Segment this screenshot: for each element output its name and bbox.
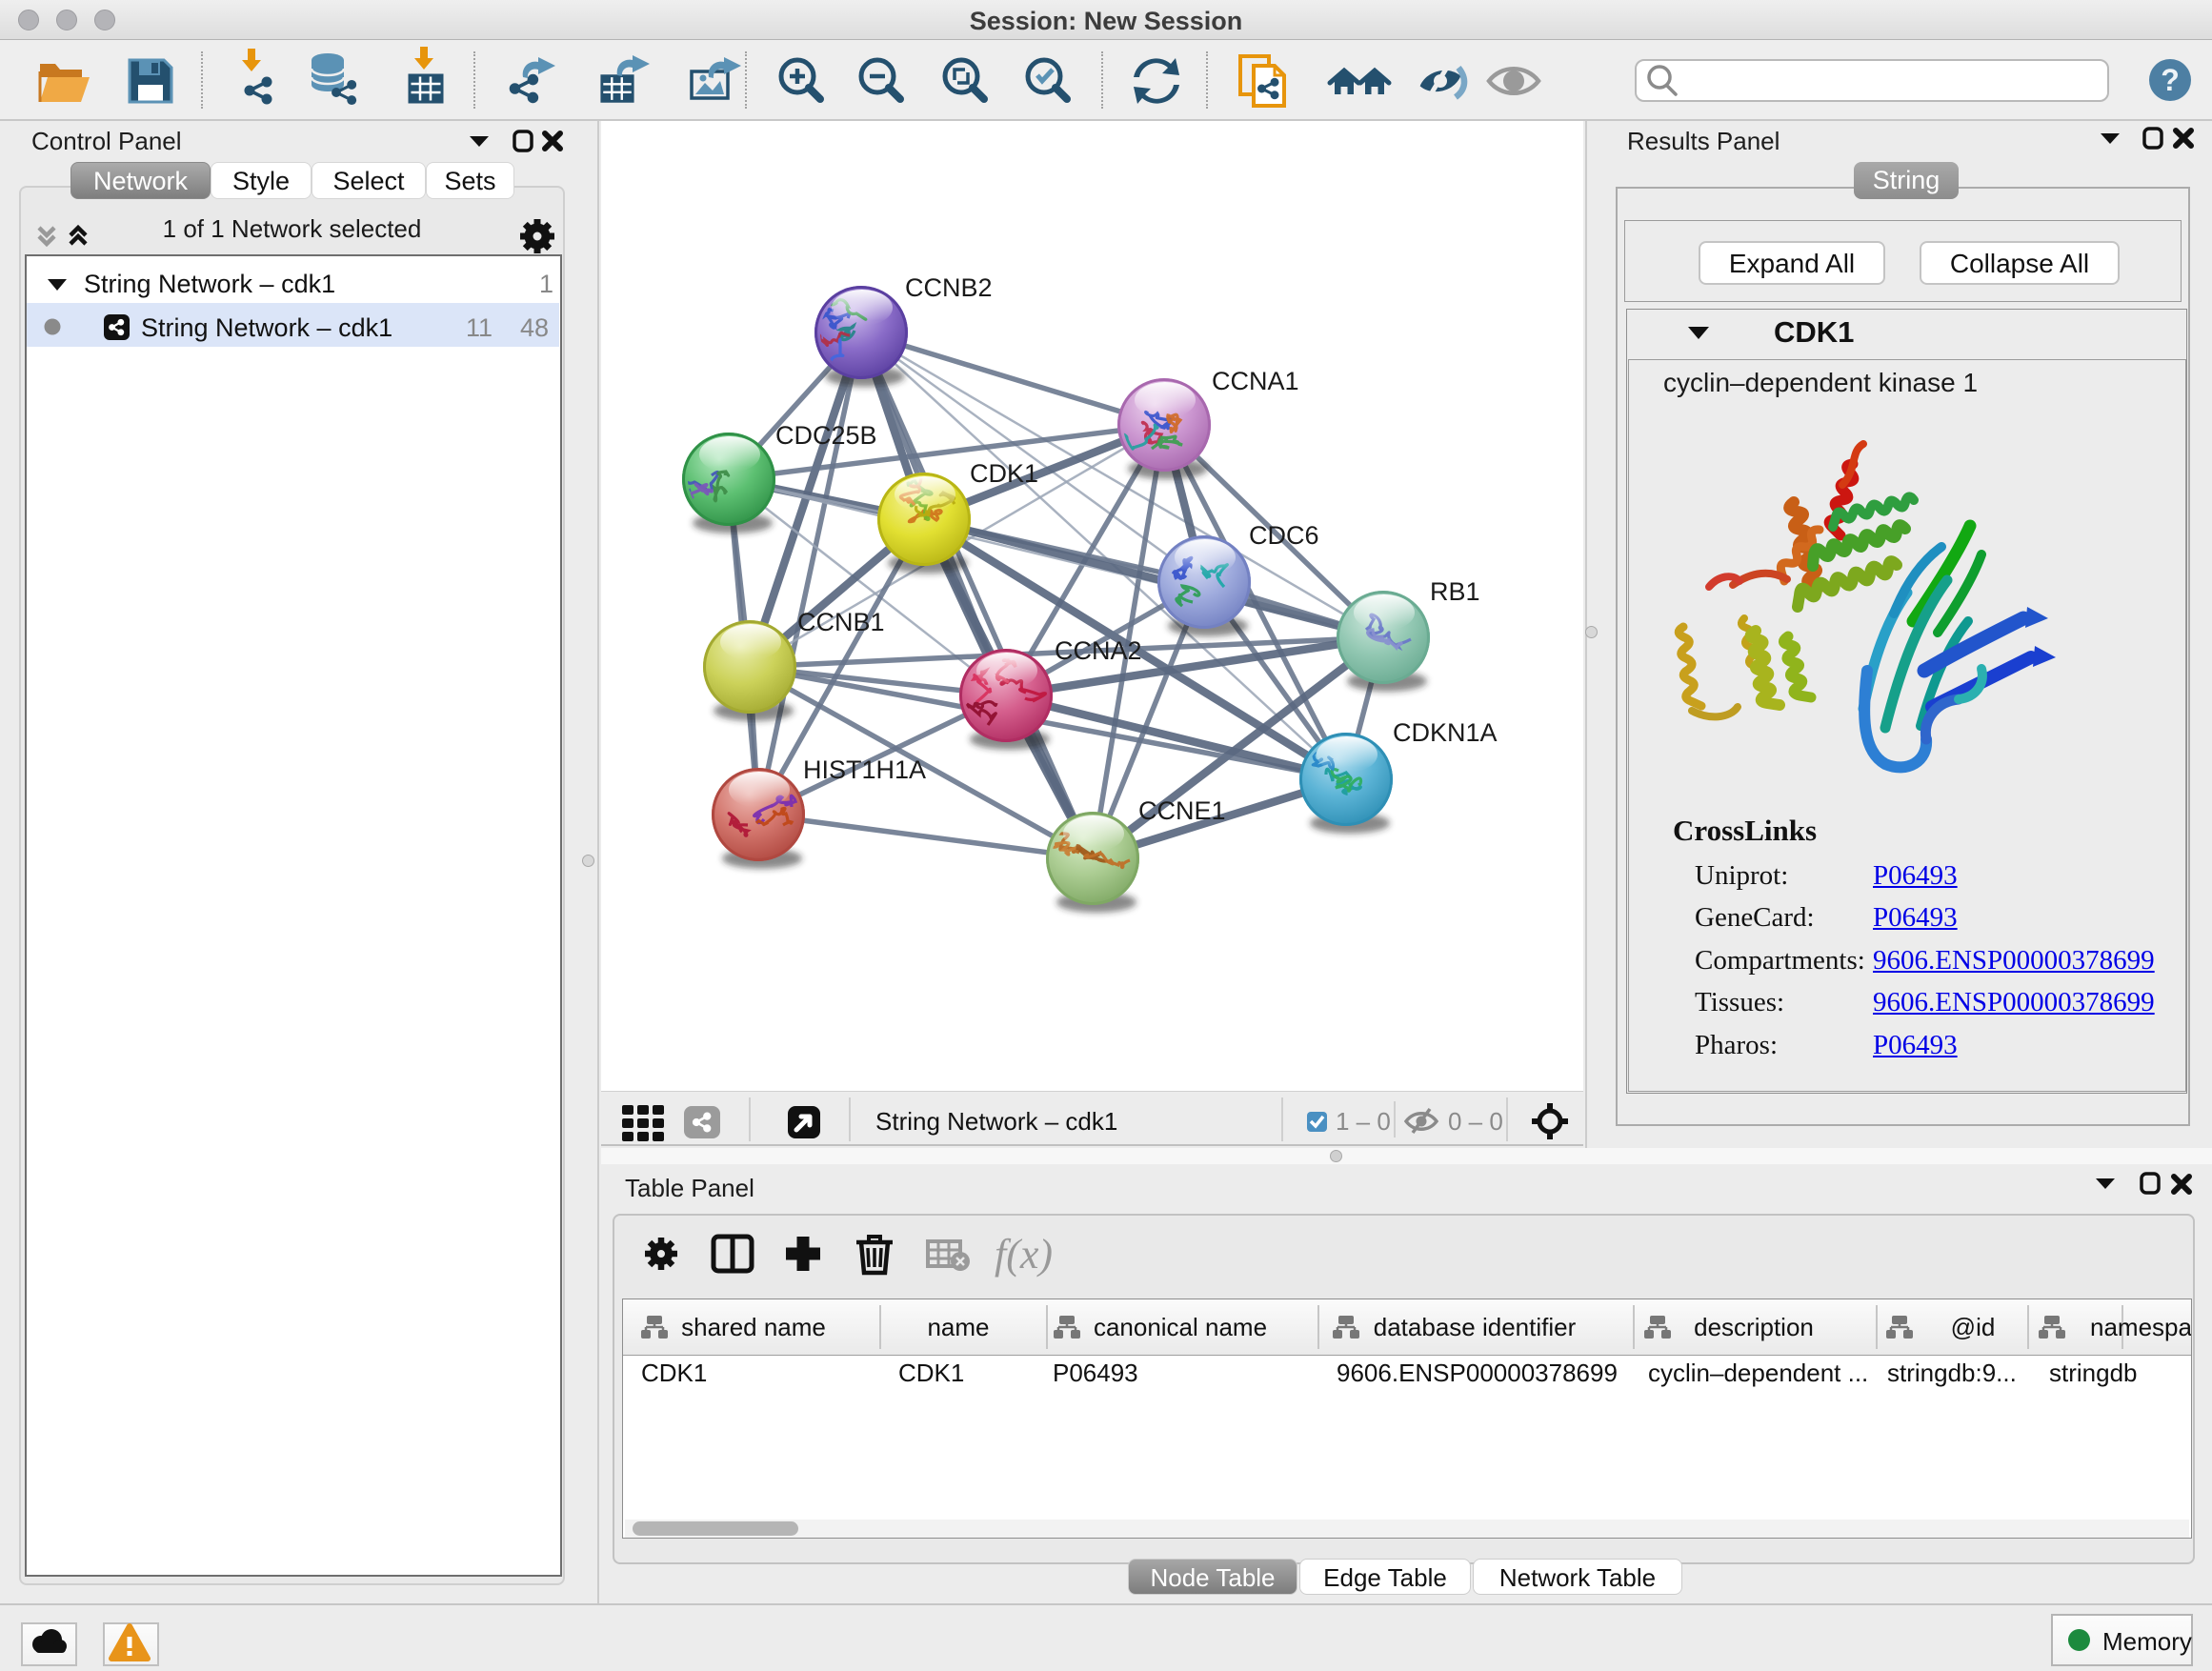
svg-text:String Network – cdk1: String Network – cdk1 xyxy=(141,313,392,342)
svg-text:CCNB2: CCNB2 xyxy=(905,273,993,302)
svg-text:database identifier: database identifier xyxy=(1374,1313,1577,1341)
svg-text:CDC25B: CDC25B xyxy=(775,421,877,450)
svg-text:CCNA2: CCNA2 xyxy=(1055,636,1142,665)
svg-text:HIST1H1A: HIST1H1A xyxy=(803,755,926,784)
svg-text:String Network – cdk1: String Network – cdk1 xyxy=(84,270,335,298)
svg-text:CDK1: CDK1 xyxy=(1774,315,1854,349)
svg-text:RB1: RB1 xyxy=(1430,577,1480,606)
svg-text:canonical name: canonical name xyxy=(1094,1313,1267,1341)
svg-text:name: name xyxy=(927,1313,989,1341)
svg-text:String Network – cdk1: String Network – cdk1 xyxy=(875,1107,1117,1136)
svg-text:CDKN1A: CDKN1A xyxy=(1393,718,1498,747)
svg-text:@id: @id xyxy=(1951,1313,1996,1341)
svg-text:11: 11 xyxy=(466,313,493,342)
svg-text:f(x): f(x) xyxy=(995,1231,1053,1278)
svg-text:CDC6: CDC6 xyxy=(1249,521,1319,550)
svg-text:CCNE1: CCNE1 xyxy=(1138,796,1226,825)
svg-text:1: 1 xyxy=(539,270,553,298)
svg-text:0 – 0: 0 – 0 xyxy=(1448,1107,1503,1136)
svg-text:48: 48 xyxy=(520,313,549,342)
svg-text:shared name: shared name xyxy=(681,1313,826,1341)
svg-text:CCNA1: CCNA1 xyxy=(1212,367,1299,395)
svg-text:CDK1: CDK1 xyxy=(970,459,1038,488)
svg-text:CCNB1: CCNB1 xyxy=(797,608,885,636)
svg-text:namespac: namespac xyxy=(2090,1313,2191,1341)
svg-text:1 – 0: 1 – 0 xyxy=(1336,1107,1391,1136)
svg-text:description: description xyxy=(1694,1313,1814,1341)
